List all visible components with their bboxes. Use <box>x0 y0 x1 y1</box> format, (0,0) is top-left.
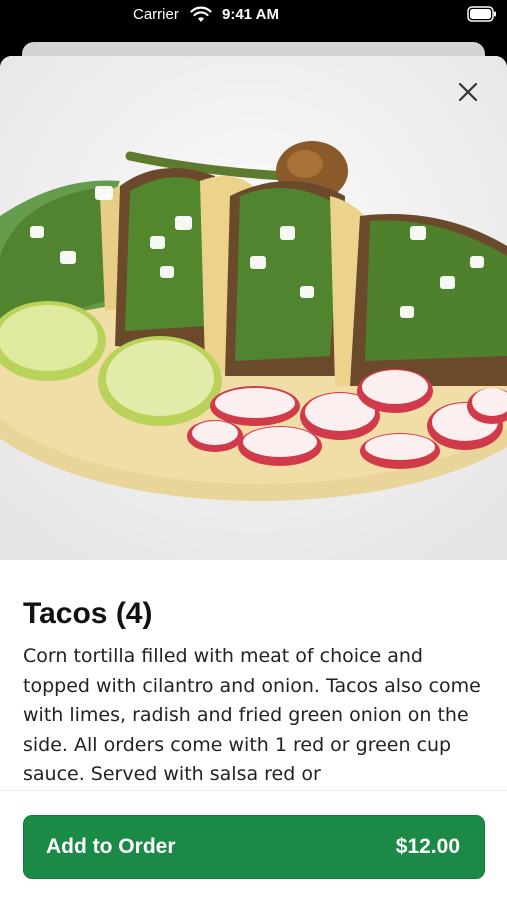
item-price: $12.00 <box>395 835 460 858</box>
item-photo <box>0 56 507 560</box>
battery-icon <box>467 6 497 22</box>
clock-time: 9:41 AM <box>222 6 279 23</box>
order-footer: Add to Order $12.00 <box>0 790 507 900</box>
add-to-order-label: Add to Order <box>46 835 176 858</box>
close-icon <box>458 82 478 107</box>
add-to-order-button[interactable]: Add to Order $12.00 <box>23 815 485 879</box>
item-detail-sheet: Tacos (4) Corn tortilla filled with meat… <box>0 56 507 900</box>
carrier-label: Carrier <box>133 6 179 23</box>
close-button[interactable] <box>450 76 486 112</box>
item-title: Tacos (4) <box>23 597 153 630</box>
status-bar: Carrier 9:41 AM <box>0 0 507 32</box>
wifi-icon <box>190 6 212 23</box>
item-details: Tacos (4) Corn tortilla filled with meat… <box>23 596 485 820</box>
